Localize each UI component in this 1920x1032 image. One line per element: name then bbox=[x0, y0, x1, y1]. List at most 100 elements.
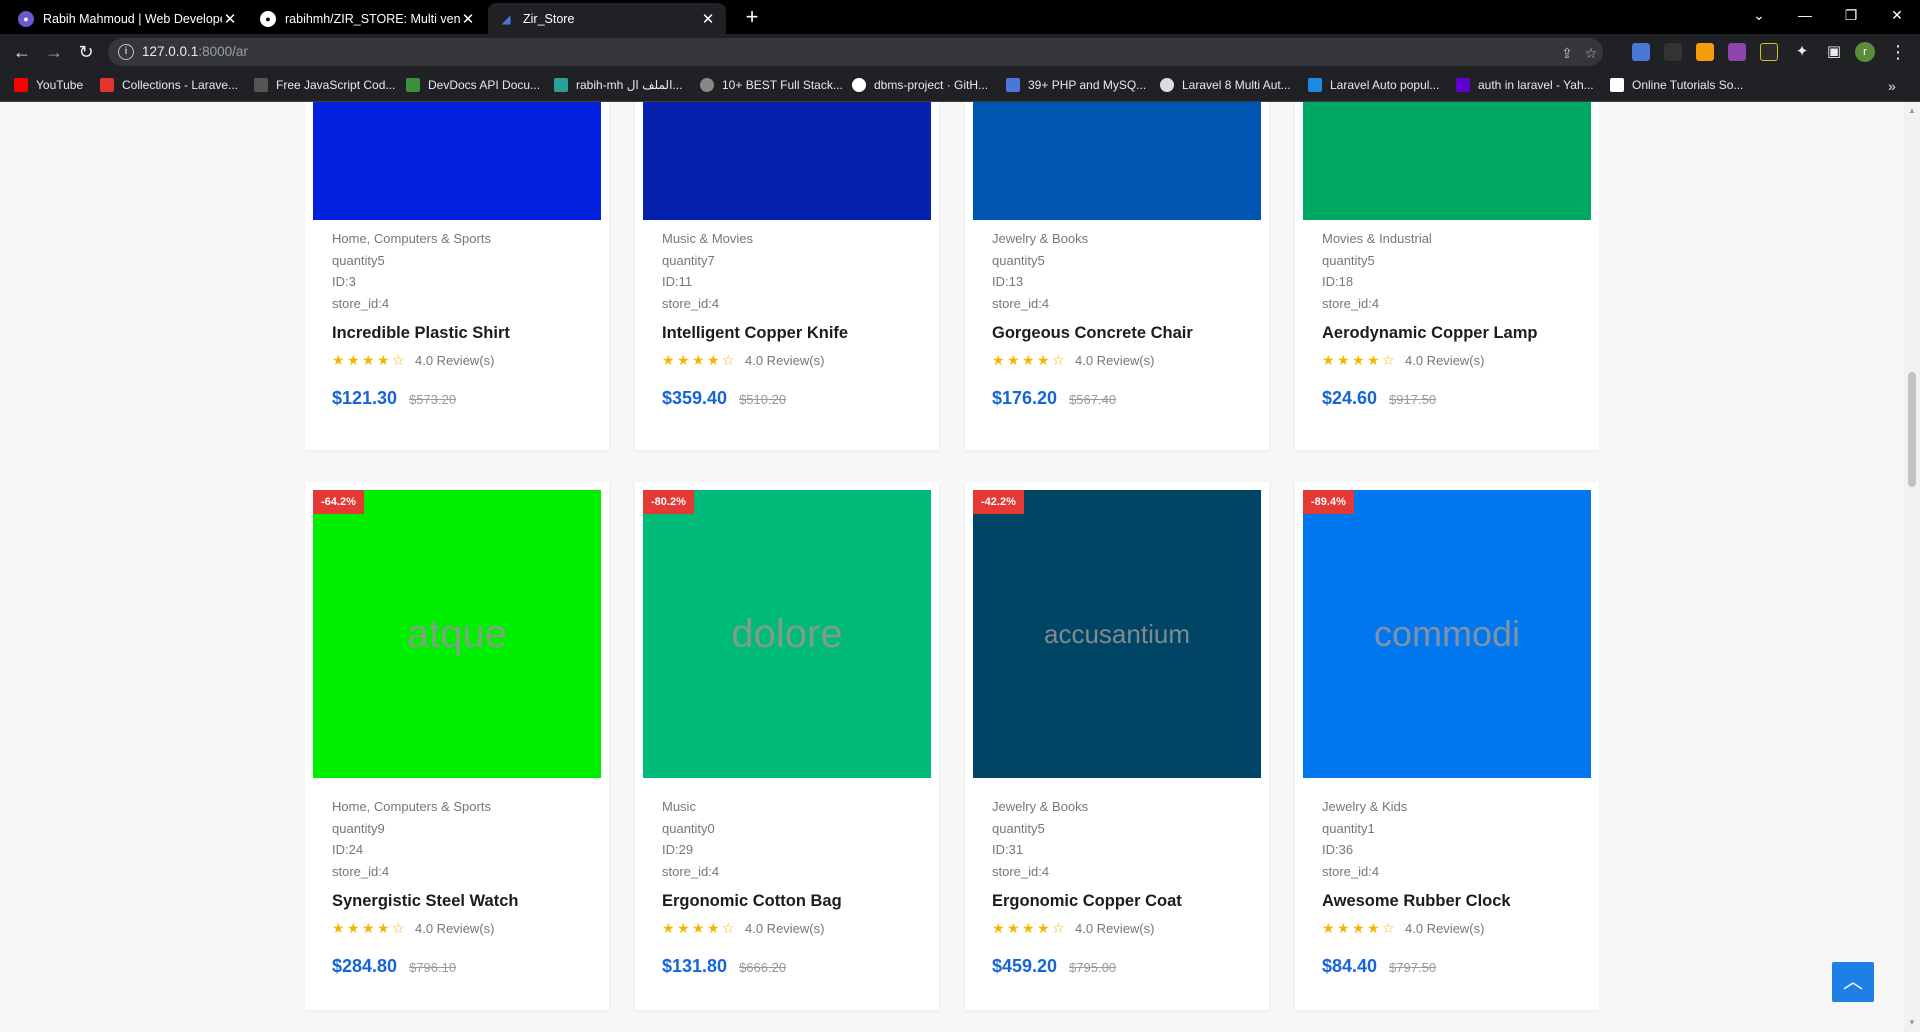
star-filled-icon: ★ bbox=[362, 352, 375, 368]
product-name[interactable]: Awesome Rubber Clock bbox=[1322, 892, 1511, 911]
product-image[interactable] bbox=[973, 102, 1261, 220]
star-filled-icon: ★ bbox=[1337, 352, 1350, 368]
product-name[interactable]: Ergonomic Cotton Bag bbox=[662, 892, 842, 911]
page-icon bbox=[1160, 78, 1174, 92]
product-card[interactable]: -64.2% atque Home, Computers & Sports qu… bbox=[305, 482, 609, 1010]
bookmark-item[interactable]: 10+ BEST Full Stack... bbox=[700, 78, 843, 92]
product-name[interactable]: Intelligent Copper Knife bbox=[662, 324, 848, 343]
image-placeholder-text: accusantium bbox=[1044, 618, 1190, 649]
product-rating: ★ ★ ★ ★ ☆ 4.0 Review(s) bbox=[662, 352, 824, 369]
product-rating: ★ ★ ★ ★ ☆ 4.0 Review(s) bbox=[992, 920, 1154, 937]
forward-button[interactable]: → bbox=[42, 40, 66, 64]
bookmark-youtube[interactable]: YouTube bbox=[14, 78, 83, 92]
extension-icon[interactable] bbox=[1664, 43, 1682, 61]
product-id: ID:18 bbox=[1322, 274, 1354, 289]
translate-extension-icon[interactable] bbox=[1632, 43, 1650, 61]
star-filled-icon: ★ bbox=[677, 352, 690, 368]
scrollbar-thumb[interactable] bbox=[1908, 372, 1916, 487]
page-icon bbox=[1308, 78, 1322, 92]
product-rating: ★ ★ ★ ★ ☆ 4.0 Review(s) bbox=[992, 352, 1154, 369]
product-card[interactable]: Music & Movies quantity7 ID:11 store_id:… bbox=[635, 102, 939, 450]
puzzle-extensions-icon[interactable]: ✦ bbox=[1790, 40, 1814, 64]
scroll-down-arrow-icon[interactable]: ▼ bbox=[1908, 1018, 1916, 1027]
product-name[interactable]: Gorgeous Concrete Chair bbox=[992, 324, 1193, 343]
star-filled-icon: ★ bbox=[1367, 920, 1380, 936]
product-store: store_id:4 bbox=[1322, 863, 1380, 879]
back-button[interactable]: ← bbox=[10, 40, 34, 64]
product-card[interactable]: -42.2% accusantium Jewelry & Books quant… bbox=[965, 482, 1269, 1010]
star-filled-icon: ★ bbox=[347, 352, 360, 368]
product-quantity: quantity5 bbox=[992, 820, 1045, 836]
current-price: $176.20 bbox=[992, 388, 1058, 408]
extension-icon[interactable] bbox=[1696, 43, 1714, 61]
bookmark-item[interactable]: dbms-project · GitH... bbox=[852, 78, 988, 92]
product-name[interactable]: Synergistic Steel Watch bbox=[332, 892, 518, 911]
product-name[interactable]: Aerodynamic Copper Lamp bbox=[1322, 324, 1537, 343]
product-category: Music & Movies bbox=[662, 231, 754, 246]
bookmark-label: Collections - Larave... bbox=[122, 78, 239, 92]
extension-icon[interactable] bbox=[1728, 43, 1746, 61]
current-price: $131.80 bbox=[662, 956, 728, 976]
bookmark-item[interactable]: Laravel Auto popul... bbox=[1308, 78, 1439, 92]
scroll-to-top-button[interactable]: ︿ bbox=[1832, 962, 1874, 1002]
reload-button[interactable]: ↻ bbox=[74, 40, 98, 64]
current-price: $24.60 bbox=[1322, 388, 1378, 408]
review-count: 4.0 Review(s) bbox=[415, 921, 495, 936]
product-image[interactable]: atque bbox=[313, 490, 601, 778]
bookmark-item[interactable]: Laravel 8 Multi Aut... bbox=[1160, 78, 1291, 92]
product-image[interactable] bbox=[643, 102, 931, 220]
product-price: $84.40 $797.50 bbox=[1322, 956, 1436, 977]
tab-search-icon[interactable]: ⌄ bbox=[1744, 3, 1774, 27]
close-icon[interactable]: ✕ bbox=[460, 10, 476, 28]
product-card[interactable]: Jewelry & Books quantity5 ID:13 store_id… bbox=[965, 102, 1269, 450]
star-filled-icon: ★ bbox=[1352, 920, 1365, 936]
scroll-up-arrow-icon[interactable]: ▲ bbox=[1908, 106, 1916, 115]
bookmark-label: rabih-mh الملف ال... bbox=[576, 78, 683, 92]
bookmark-item[interactable]: Free JavaScript Cod... bbox=[254, 78, 395, 92]
tab-zir-store[interactable]: ◢ Zir_Store ✕ bbox=[488, 3, 726, 34]
product-card[interactable]: Movies & Industrial quantity5 ID:18 stor… bbox=[1295, 102, 1599, 450]
product-image[interactable] bbox=[1303, 102, 1591, 220]
star-rating: ★ ★ ★ ★ ☆ bbox=[1322, 920, 1397, 937]
product-card[interactable]: Home, Computers & Sports quantity5 ID:3 … bbox=[305, 102, 609, 450]
share-icon[interactable]: ⇪ bbox=[1558, 45, 1576, 62]
tab-github[interactable]: ● rabihmh/ZIR_STORE: Multi vendo ✕ bbox=[250, 3, 486, 34]
bookmark-item[interactable]: DevDocs API Docu... bbox=[406, 78, 540, 92]
new-tab-button[interactable]: + bbox=[738, 4, 766, 32]
close-window-button[interactable]: ✕ bbox=[1882, 3, 1912, 27]
product-price: $284.80 $796.10 bbox=[332, 956, 456, 977]
close-icon[interactable]: ✕ bbox=[700, 10, 716, 28]
product-name[interactable]: Ergonomic Copper Coat bbox=[992, 892, 1182, 911]
bookmark-item[interactable]: 39+ PHP and MySQ... bbox=[1006, 78, 1146, 92]
profile-avatar[interactable]: r bbox=[1855, 42, 1875, 62]
more-bookmarks-icon[interactable]: » bbox=[1888, 78, 1896, 94]
star-filled-icon: ★ bbox=[707, 920, 720, 936]
product-image[interactable]: commodi bbox=[1303, 490, 1591, 778]
extension-icon[interactable] bbox=[1760, 43, 1778, 61]
current-price: $459.20 bbox=[992, 956, 1058, 976]
product-image[interactable]: accusantium bbox=[973, 490, 1261, 778]
star-rating: ★ ★ ★ ★ ☆ bbox=[662, 352, 737, 369]
address-bar[interactable]: i 127.0.0.1:8000/ar ⇪ ☆ bbox=[108, 38, 1603, 66]
product-image[interactable] bbox=[313, 102, 601, 220]
restore-button[interactable]: ❐ bbox=[1836, 3, 1866, 27]
site-info-icon[interactable]: i bbox=[118, 44, 134, 60]
youtube-icon bbox=[14, 78, 28, 92]
bookmark-item[interactable]: rabih-mh الملف ال... bbox=[554, 78, 682, 92]
bookmark-item[interactable]: Online Tutorials So... bbox=[1610, 78, 1743, 92]
close-icon[interactable]: ✕ bbox=[222, 10, 238, 28]
bookmark-item[interactable]: auth in laravel - Yah... bbox=[1456, 78, 1594, 92]
bookmark-item[interactable]: Collections - Larave... bbox=[100, 78, 238, 92]
tab-portfolio[interactable]: ● Rabih Mahmoud | Web Develope ✕ bbox=[8, 3, 248, 34]
product-name[interactable]: Incredible Plastic Shirt bbox=[332, 324, 510, 343]
product-image[interactable]: dolore bbox=[643, 490, 931, 778]
star-filled-icon: ★ bbox=[377, 920, 390, 936]
bookmark-star-icon[interactable]: ☆ bbox=[1582, 45, 1600, 62]
product-card[interactable]: -89.4% commodi Jewelry & Kids quantity1 … bbox=[1295, 482, 1599, 1010]
page-scrollbar[interactable]: ▲ ▼ bbox=[1904, 102, 1920, 1032]
product-card[interactable]: -80.2% dolore Music quantity0 ID:29 stor… bbox=[635, 482, 939, 1010]
menu-dots-icon[interactable]: ⋮ bbox=[1886, 40, 1910, 64]
side-panel-icon[interactable]: ▣ bbox=[1822, 40, 1846, 64]
minimize-button[interactable]: — bbox=[1790, 3, 1820, 27]
review-count: 4.0 Review(s) bbox=[745, 921, 825, 936]
